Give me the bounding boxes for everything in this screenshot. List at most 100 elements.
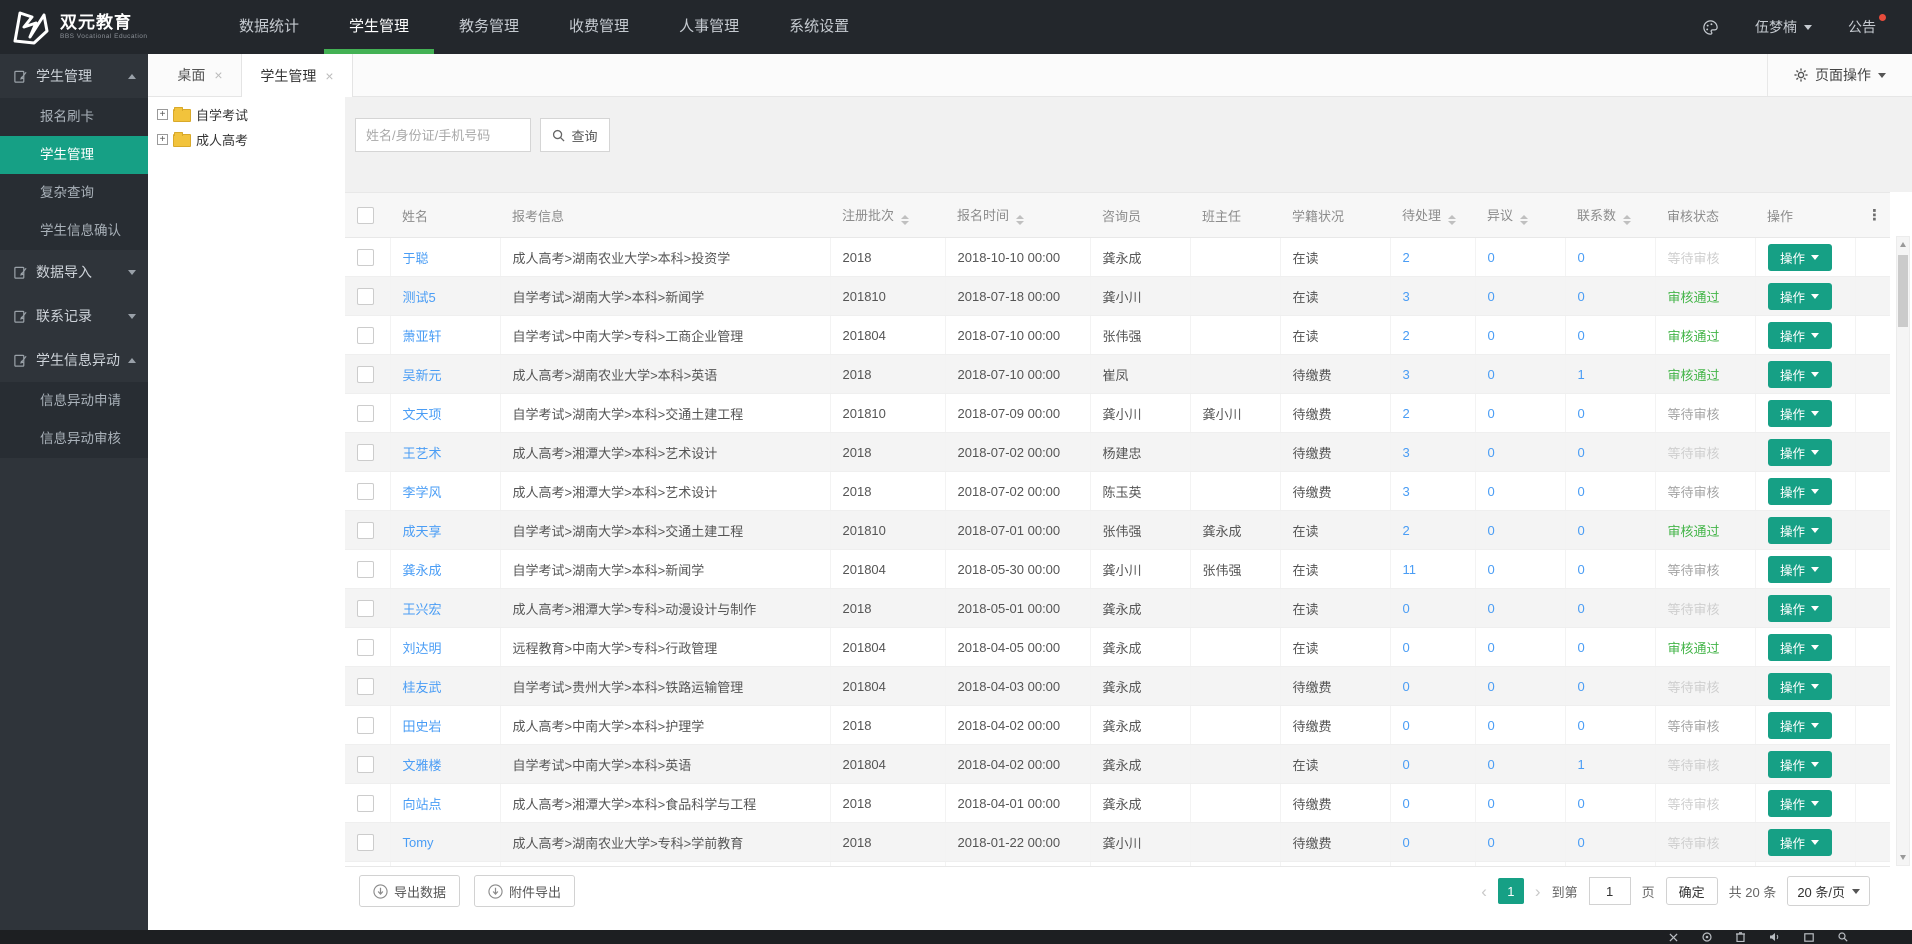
cell-dispute[interactable]: 0 <box>1475 238 1565 277</box>
row-checkbox[interactable] <box>357 678 374 695</box>
cell-name[interactable]: 萧亚轩 <box>390 316 500 355</box>
row-action-button[interactable]: 操作 <box>1768 829 1832 856</box>
cell-dispute[interactable]: 0 <box>1475 745 1565 784</box>
sidebar-section-student-mgmt[interactable]: 学生管理 <box>0 54 148 98</box>
cell-name[interactable]: 田史岩 <box>390 706 500 745</box>
sidebar-section-data-import[interactable]: 数据导入 <box>0 250 148 294</box>
goto-page-input[interactable] <box>1589 877 1631 905</box>
cell-pending[interactable]: 2 <box>1390 238 1475 277</box>
cell-dispute[interactable]: 0 <box>1475 355 1565 394</box>
nav-item-data-stats[interactable]: 数据统计 <box>214 0 324 54</box>
cell-dispute[interactable]: 0 <box>1475 394 1565 433</box>
nav-item-academic-mgmt[interactable]: 教务管理 <box>434 0 544 54</box>
sidebar-item-info-change-apply[interactable]: 信息异动申请 <box>0 382 148 420</box>
row-checkbox[interactable] <box>357 717 374 734</box>
cell-dispute[interactable]: 0 <box>1475 433 1565 472</box>
prev-page-icon[interactable]: ‹ <box>1481 883 1487 900</box>
cell-contacts[interactable]: 0 <box>1565 823 1655 862</box>
cell-contacts[interactable]: 0 <box>1565 433 1655 472</box>
column-header-date[interactable]: 报名时间 <box>945 193 1090 238</box>
cell-pending[interactable]: 3 <box>1390 277 1475 316</box>
select-all-checkbox[interactable] <box>357 207 374 224</box>
column-header-action[interactable]: 操作 <box>1755 193 1855 238</box>
search-input[interactable] <box>355 118 531 152</box>
cell-contacts[interactable]: 0 <box>1565 550 1655 589</box>
next-page-icon[interactable]: › <box>1535 883 1541 900</box>
cell-name[interactable]: 向站点 <box>390 784 500 823</box>
row-action-button[interactable]: 操作 <box>1768 673 1832 700</box>
cell-contacts[interactable]: 0 <box>1565 472 1655 511</box>
brand-logo[interactable]: 双元教育 BBS Vocational Education <box>0 7 200 47</box>
tree-expand-icon[interactable]: + <box>157 109 168 120</box>
cell-contacts[interactable]: 0 <box>1565 784 1655 823</box>
export-data-button[interactable]: 导出数据 <box>359 875 460 907</box>
cell-contacts[interactable]: 0 <box>1565 628 1655 667</box>
sidebar-item-student-mgmt[interactable]: 学生管理 <box>0 136 148 174</box>
sidebar-item-info-change-audit[interactable]: 信息异动审核 <box>0 420 148 458</box>
row-action-button[interactable]: 操作 <box>1768 400 1832 427</box>
cell-pending[interactable]: 0 <box>1390 589 1475 628</box>
sidebar-section-student-info-change[interactable]: 学生信息异动 <box>0 338 148 382</box>
page-size-select[interactable]: 20 条/页 <box>1787 876 1870 906</box>
volume-icon[interactable] <box>1769 932 1780 942</box>
row-checkbox[interactable] <box>357 834 374 851</box>
row-action-button[interactable]: 操作 <box>1768 790 1832 817</box>
column-header-status[interactable]: 学籍状况 <box>1280 193 1390 238</box>
cell-name[interactable]: 桂友武 <box>390 667 500 706</box>
cell-name[interactable]: 测试5 <box>390 277 500 316</box>
tree-node-self-exam[interactable]: +自学考试 <box>148 102 345 127</box>
vertical-scrollbar[interactable] <box>1896 236 1910 866</box>
sidebar-item-enroll-card[interactable]: 报名刷卡 <box>0 98 148 136</box>
sidebar-item-complex-query[interactable]: 复杂查询 <box>0 174 148 212</box>
column-header-contacts[interactable]: 联系数 <box>1565 193 1655 238</box>
nav-item-hr-mgmt[interactable]: 人事管理 <box>654 0 764 54</box>
status-circle-icon[interactable] <box>1702 932 1712 942</box>
row-action-button[interactable]: 操作 <box>1768 439 1832 466</box>
current-page-button[interactable]: 1 <box>1498 878 1524 904</box>
cell-dispute[interactable]: 0 <box>1475 550 1565 589</box>
row-checkbox[interactable] <box>357 756 374 773</box>
cell-pending[interactable]: 0 <box>1390 667 1475 706</box>
row-action-button[interactable]: 操作 <box>1768 283 1832 310</box>
column-header-pending[interactable]: 待处理 <box>1390 193 1475 238</box>
sort-icon[interactable] <box>1448 215 1456 225</box>
cell-name[interactable]: 吴新元 <box>390 355 500 394</box>
export-attachment-button[interactable]: 附件导出 <box>474 875 575 907</box>
cell-name[interactable]: 王艺术 <box>390 433 500 472</box>
cell-name[interactable]: 文天项 <box>390 394 500 433</box>
cell-pending[interactable]: 11 <box>1390 550 1475 589</box>
column-header-consultant[interactable]: 咨询员 <box>1090 193 1190 238</box>
cell-dispute[interactable]: 0 <box>1475 706 1565 745</box>
nav-item-fee-mgmt[interactable]: 收费管理 <box>544 0 654 54</box>
row-checkbox[interactable] <box>357 249 374 266</box>
scrollbar-thumb[interactable] <box>1898 255 1908 327</box>
column-header-batch[interactable]: 注册批次 <box>830 193 945 238</box>
window-icon[interactable] <box>1804 933 1814 942</box>
scroll-down-button[interactable] <box>1897 850 1909 865</box>
cell-dispute[interactable]: 0 <box>1475 589 1565 628</box>
cell-name[interactable]: Tomy <box>390 823 500 862</box>
row-action-button[interactable]: 操作 <box>1768 556 1832 583</box>
row-checkbox[interactable] <box>357 288 374 305</box>
sort-icon[interactable] <box>1520 215 1528 225</box>
clipboard-icon[interactable] <box>1736 932 1745 942</box>
cell-name[interactable]: 王兴宏 <box>390 589 500 628</box>
row-action-button[interactable]: 操作 <box>1768 634 1832 661</box>
cell-contacts[interactable]: 0 <box>1565 667 1655 706</box>
nav-item-student-mgmt[interactable]: 学生管理 <box>324 0 434 54</box>
cell-dispute[interactable]: 0 <box>1475 667 1565 706</box>
row-action-button[interactable]: 操作 <box>1768 322 1832 349</box>
cell-dispute[interactable]: 0 <box>1475 823 1565 862</box>
row-action-button[interactable]: 操作 <box>1768 595 1832 622</box>
cell-pending[interactable]: 0 <box>1390 706 1475 745</box>
sort-icon[interactable] <box>901 215 909 225</box>
cell-contacts[interactable]: 0 <box>1565 316 1655 355</box>
row-checkbox[interactable] <box>357 483 374 500</box>
cell-dispute[interactable]: 0 <box>1475 628 1565 667</box>
cell-contacts[interactable]: 0 <box>1565 706 1655 745</box>
cell-dispute[interactable]: 0 <box>1475 472 1565 511</box>
nav-item-system-settings[interactable]: 系统设置 <box>764 0 874 54</box>
cell-pending[interactable]: 2 <box>1390 316 1475 355</box>
tree-node-adult-exam[interactable]: +成人高考 <box>148 127 345 152</box>
cell-pending[interactable]: 2 <box>1390 511 1475 550</box>
